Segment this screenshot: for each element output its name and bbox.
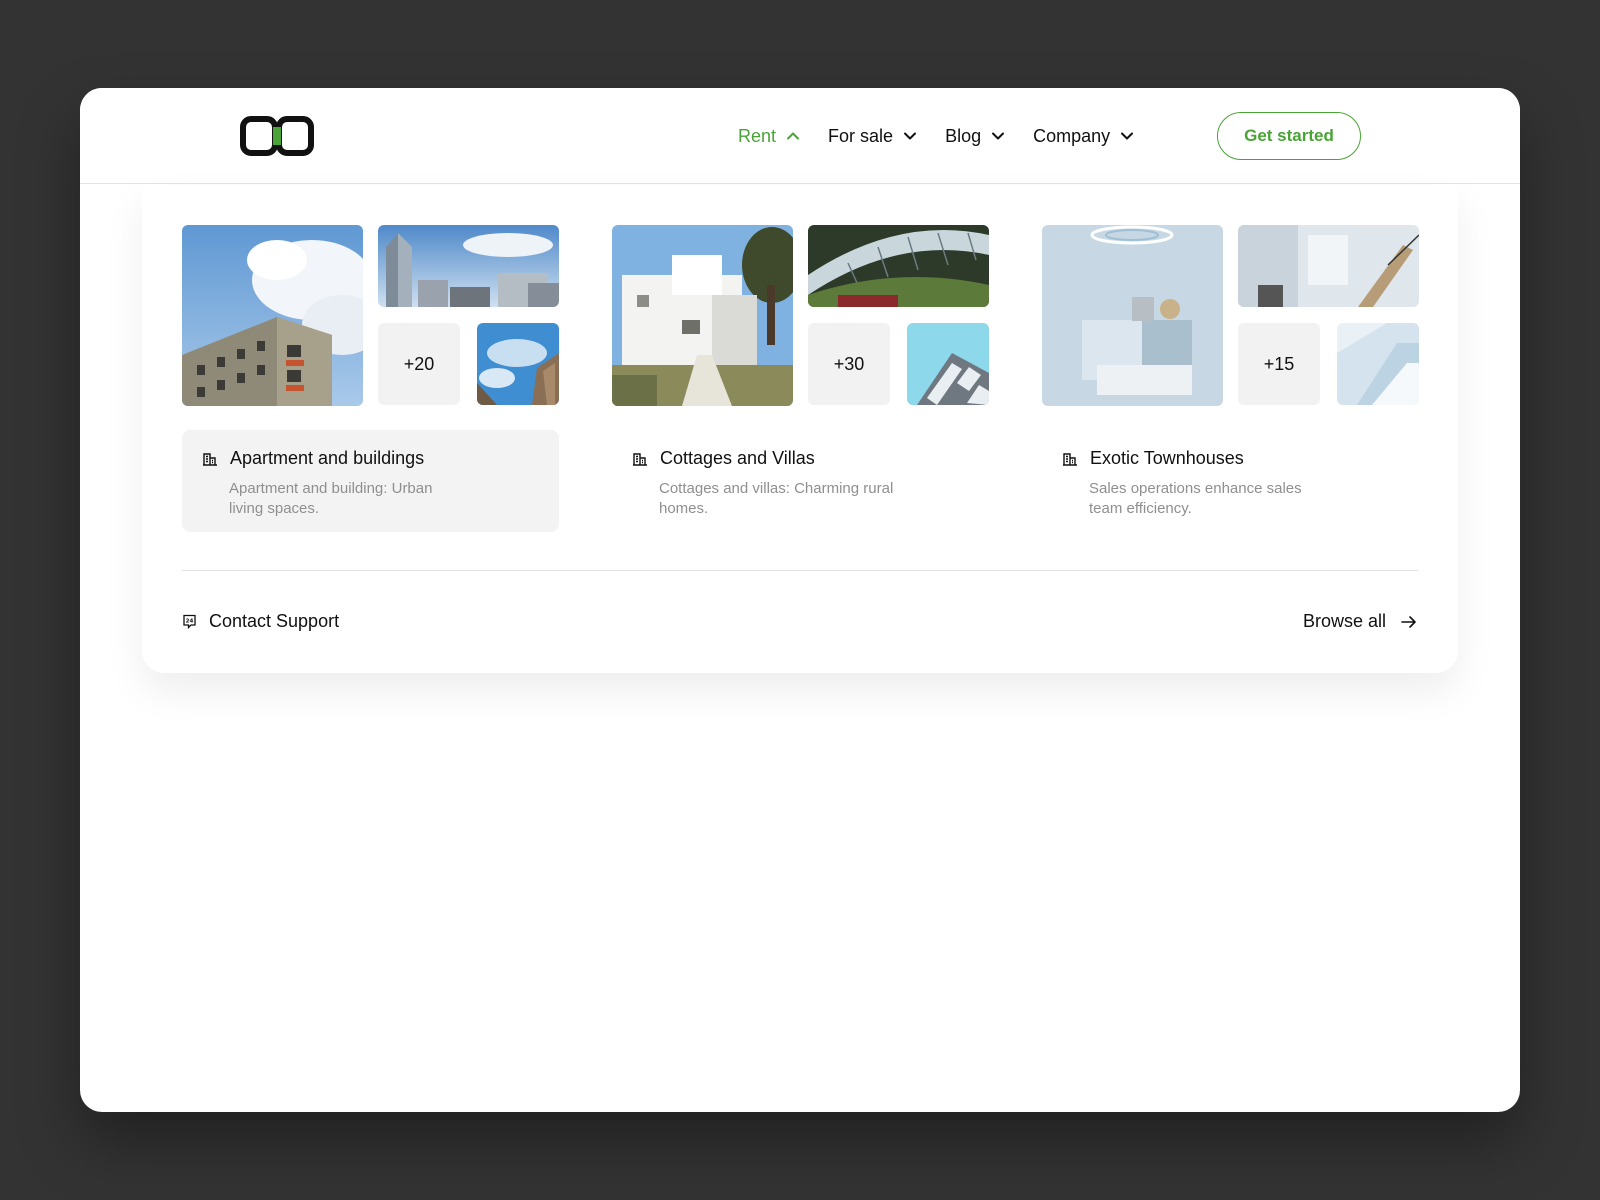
townhouse-photo-interior[interactable] — [1337, 323, 1419, 405]
building-icon — [203, 452, 217, 466]
svg-text:24: 24 — [186, 619, 194, 625]
nav-for-sale[interactable]: For sale — [828, 126, 917, 147]
category-card-apartments[interactable]: Apartment and buildings Apartment and bu… — [182, 430, 559, 532]
rent-dropdown-panel: +20 Apartment and buildings Apartment an… — [142, 185, 1458, 673]
contact-support-link[interactable]: 24 Contact Support — [182, 611, 339, 632]
nav-blog[interactable]: Blog — [945, 126, 1005, 147]
category-gallery: +15 — [1042, 225, 1419, 406]
site-header: Rent For sale Blog Company Get started — [80, 88, 1520, 184]
category-cottages: +30 Cottages and Villas Cottages and vil… — [612, 225, 989, 532]
brand-logo[interactable] — [240, 116, 314, 156]
apartment-photo-main[interactable] — [182, 225, 363, 406]
cottage-photo-tower[interactable] — [907, 323, 989, 405]
apartment-photo-tower[interactable] — [477, 323, 559, 405]
nav-company-label: Company — [1033, 125, 1111, 146]
chevron-down-icon — [992, 132, 1005, 140]
main-nav: Rent For sale Blog Company — [738, 88, 1162, 184]
get-started-button[interactable]: Get started — [1217, 112, 1361, 160]
building-icon — [1063, 452, 1077, 466]
cottage-photo-main[interactable] — [612, 225, 793, 406]
category-title: Exotic Townhouses — [1090, 448, 1244, 468]
contact-support-label: Contact Support — [209, 611, 340, 631]
apartment-more-count[interactable]: +20 — [378, 323, 460, 405]
browser-window: Rent For sale Blog Company Get started +… — [80, 88, 1520, 1112]
townhouse-photo-stairs[interactable] — [1238, 225, 1419, 307]
townhouse-more-count[interactable]: +15 — [1238, 323, 1320, 405]
cottage-photo-glass-roof[interactable] — [808, 225, 989, 307]
category-description: Sales operations enhance sales team effi… — [1089, 480, 1302, 517]
category-gallery: +20 — [182, 225, 559, 406]
nav-company[interactable]: Company — [1033, 126, 1134, 147]
nav-for-sale-label: For sale — [828, 125, 894, 146]
townhouse-photo-main[interactable] — [1042, 225, 1223, 406]
apartment-photo-skyline[interactable] — [378, 225, 559, 307]
browse-all-link[interactable]: Browse all — [1303, 611, 1418, 632]
nav-rent[interactable]: Rent — [738, 126, 800, 147]
support-24-icon: 24 — [183, 614, 196, 629]
category-card-townhouses[interactable]: Exotic Townhouses Sales operations enhan… — [1042, 430, 1419, 532]
browse-all-label: Browse all — [1302, 611, 1386, 631]
category-description: Cottages and villas: Charming rural home… — [659, 480, 894, 517]
category-townhouses: +15 Exotic Townhouses Sales operations e… — [1042, 225, 1419, 532]
chevron-down-icon — [1121, 132, 1134, 140]
category-gallery: +30 — [612, 225, 989, 406]
nav-blog-label: Blog — [945, 125, 982, 146]
category-card-cottages[interactable]: Cottages and Villas Cottages and villas:… — [612, 430, 989, 532]
category-apartments: +20 Apartment and buildings Apartment an… — [182, 225, 559, 532]
category-title: Cottages and Villas — [660, 448, 815, 468]
category-description: Apartment and building: Urban living spa… — [229, 480, 433, 517]
chevron-up-icon — [787, 132, 800, 140]
building-icon — [633, 452, 647, 466]
panel-divider — [182, 570, 1418, 571]
chevron-down-icon — [904, 132, 917, 140]
cottage-more-count[interactable]: +30 — [808, 323, 890, 405]
category-title: Apartment and buildings — [230, 448, 425, 468]
arrow-right-icon — [1401, 615, 1416, 628]
nav-rent-label: Rent — [738, 125, 777, 146]
